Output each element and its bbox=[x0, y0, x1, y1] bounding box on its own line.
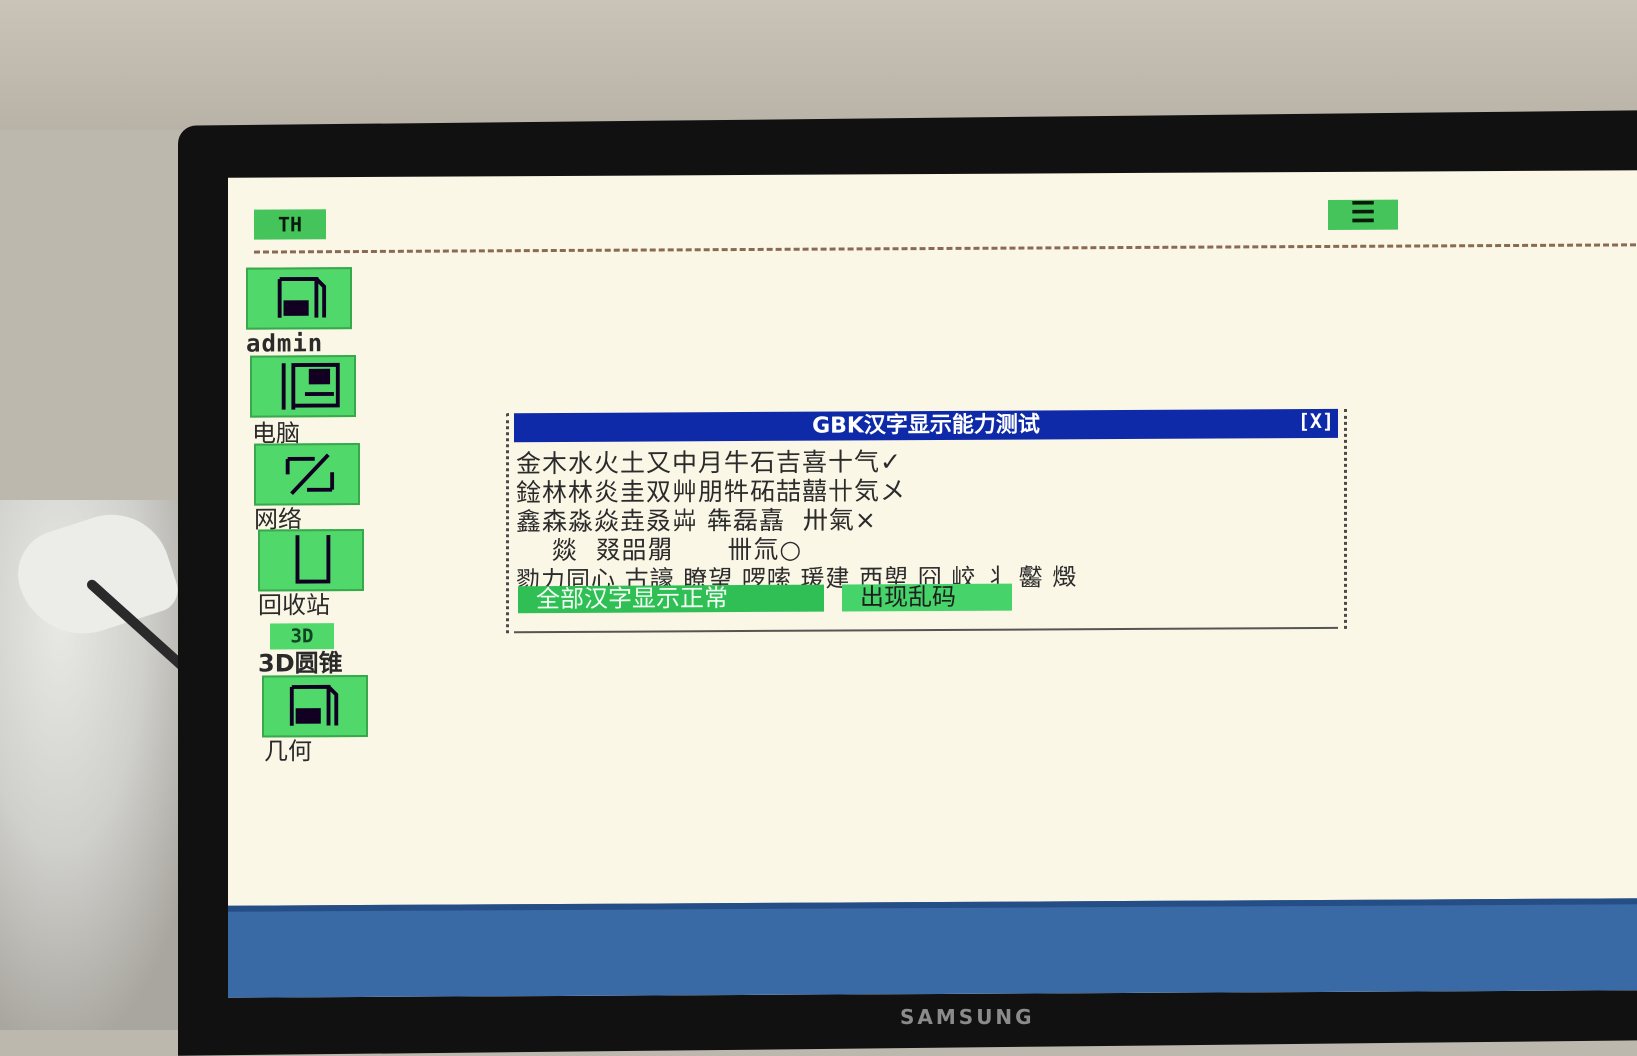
gbk-test-dialog: GBK汉字显示能力测试 [X] 金木水火土又中月牛石吉喜十气✓ 鍂林林炎圭双艸朋… bbox=[506, 408, 1347, 638]
dialog-close-button[interactable]: [X] bbox=[1298, 409, 1334, 433]
taskbar bbox=[228, 898, 1637, 998]
dialog-title: GBK汉字显示能力测试 bbox=[514, 408, 1338, 443]
recycle-bin-icon[interactable] bbox=[258, 529, 364, 592]
dialog-border-right bbox=[1344, 408, 1347, 629]
monitor-screen: TH ☰ admin 电脑 网络 回收站 3D 3D圆锥 几何 GBK汉字显示能… bbox=[228, 170, 1637, 998]
topbar-divider bbox=[254, 243, 1637, 254]
desktop-label-geometry: 几何 bbox=[264, 737, 312, 766]
geometry-folder-icon[interactable] bbox=[262, 674, 368, 738]
start-button[interactable]: TH bbox=[254, 209, 326, 240]
garbled-text-button[interactable]: 出现乱码 bbox=[842, 583, 1012, 612]
dialog-border-left bbox=[506, 413, 509, 634]
dialog-bottom-edge bbox=[514, 626, 1338, 634]
admin-folder-icon[interactable] bbox=[246, 267, 352, 330]
all-chars-ok-button[interactable]: 全部汉字显示正常 bbox=[518, 584, 824, 614]
computer-icon[interactable] bbox=[250, 355, 356, 418]
wall-background bbox=[0, 0, 1637, 130]
desktop-label-recycle-bin: 回收站 bbox=[258, 591, 330, 620]
menu-button[interactable]: ☰ bbox=[1328, 196, 1398, 230]
monitor-brand-logo: SAMSUNG bbox=[900, 1005, 1035, 1029]
desktop-label-admin: admin bbox=[246, 329, 324, 358]
network-icon[interactable] bbox=[254, 443, 360, 506]
desktop-label-3d-cone: 3D圆锥 bbox=[258, 649, 343, 678]
